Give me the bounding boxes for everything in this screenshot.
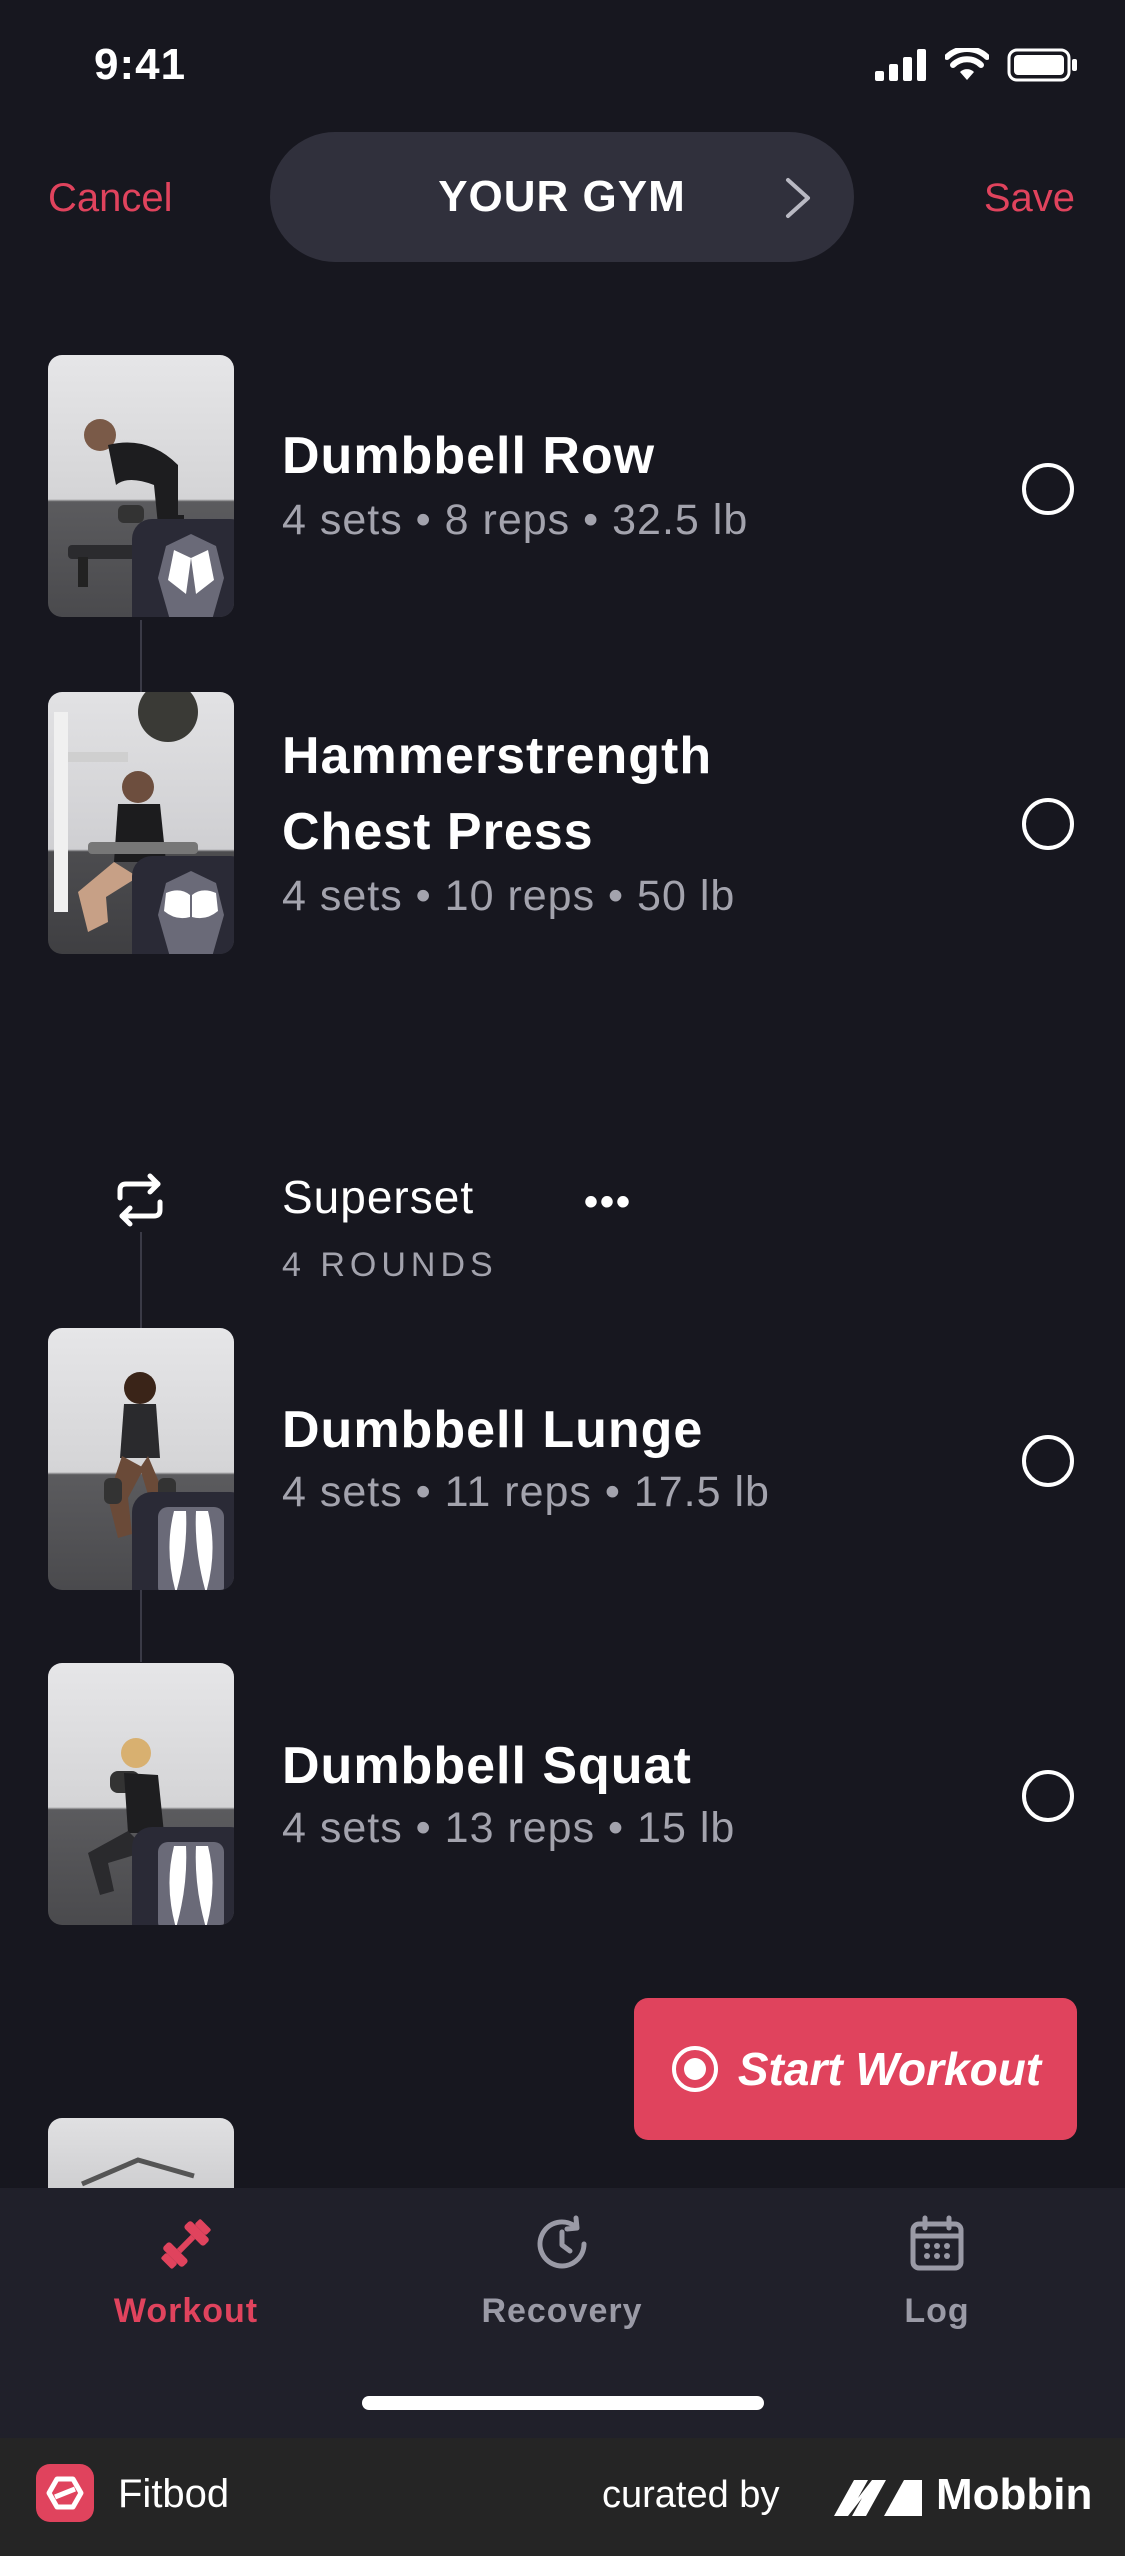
calendar-icon [910, 2215, 964, 2271]
connector-line [140, 1232, 142, 1328]
exercise-thumbnail[interactable] [48, 1328, 234, 1590]
status-icons [875, 48, 1079, 82]
chevron-right-icon [786, 178, 810, 218]
superset-repeat-icon [117, 1173, 163, 1227]
exercise-name[interactable]: Dumbbell Row [282, 418, 655, 494]
home-indicator[interactable] [362, 2396, 764, 2410]
exercise-name-line2[interactable]: Chest Press [282, 794, 594, 870]
exercise-thumbnail[interactable] [48, 2118, 234, 2188]
curated-by-label: curated by [602, 2474, 780, 2516]
superset-title: Superset [282, 1171, 475, 1223]
exercise-photo [81, 2157, 195, 2187]
exercise-complete-radio[interactable] [1022, 798, 1074, 850]
battery-icon [1007, 48, 1077, 82]
tab-label: Log [904, 2292, 970, 2330]
exercise-thumbnail[interactable] [48, 1663, 234, 1925]
signal-icon [875, 49, 926, 81]
exercise-detail: 4 sets • 8 reps • 32.5 lb [282, 496, 749, 544]
exercise-thumbnail[interactable] [48, 355, 234, 617]
tab-workout[interactable]: Workout [61, 2212, 311, 2331]
recovery-clock-icon [537, 2215, 587, 2269]
exercise-name[interactable]: Dumbbell Squat [282, 1728, 692, 1804]
start-workout-button[interactable]: Start Workout [634, 1998, 1077, 2140]
tab-label: Recovery [481, 2292, 643, 2330]
connector-line [140, 620, 142, 692]
gym-selector[interactable]: YOUR GYM [270, 132, 854, 262]
superset-more-button[interactable]: ••• [584, 1180, 632, 1225]
app-name: Fitbod [118, 2472, 230, 2516]
superset-rounds: 4 ROUNDS [282, 1246, 498, 1284]
legs-muscle-icon [132, 1492, 234, 1590]
legs-muscle-icon [132, 1827, 234, 1925]
connector-line [140, 1590, 142, 1662]
tab-label: Workout [113, 2292, 259, 2330]
dumbbell-icon [161, 2219, 211, 2269]
fitbod-logo-icon [36, 2464, 94, 2522]
exercise-name-line1[interactable]: Hammerstrength [282, 718, 712, 794]
chest-muscle-icon [132, 856, 234, 954]
wifi-icon [945, 48, 989, 80]
exercise-complete-radio[interactable] [1022, 1435, 1074, 1487]
record-icon [671, 2046, 718, 2092]
start-workout-label: Start Workout [737, 2043, 1042, 2095]
exercise-detail: 4 sets • 13 reps • 15 lb [282, 1804, 736, 1852]
back-muscle-icon [132, 519, 234, 617]
status-time: 9:41 [94, 40, 187, 89]
exercise-detail: 4 sets • 10 reps • 50 lb [282, 872, 736, 920]
mobbin-logo-icon [834, 2480, 922, 2516]
exercise-complete-radio[interactable] [1022, 1770, 1074, 1822]
cancel-button[interactable]: Cancel [48, 176, 173, 221]
save-button[interactable]: Save [984, 176, 1075, 221]
exercise-complete-radio[interactable] [1022, 463, 1074, 515]
exercise-detail: 4 sets • 11 reps • 17.5 lb [282, 1468, 770, 1516]
exercise-name[interactable]: Dumbbell Lunge [282, 1392, 703, 1468]
tab-recovery[interactable]: Recovery [437, 2212, 687, 2331]
tab-log[interactable]: Log [812, 2212, 1062, 2331]
gym-title: YOUR GYM [438, 172, 686, 221]
mobbin-brand: Mobbin [936, 2470, 1093, 2519]
exercise-thumbnail[interactable] [48, 692, 234, 954]
